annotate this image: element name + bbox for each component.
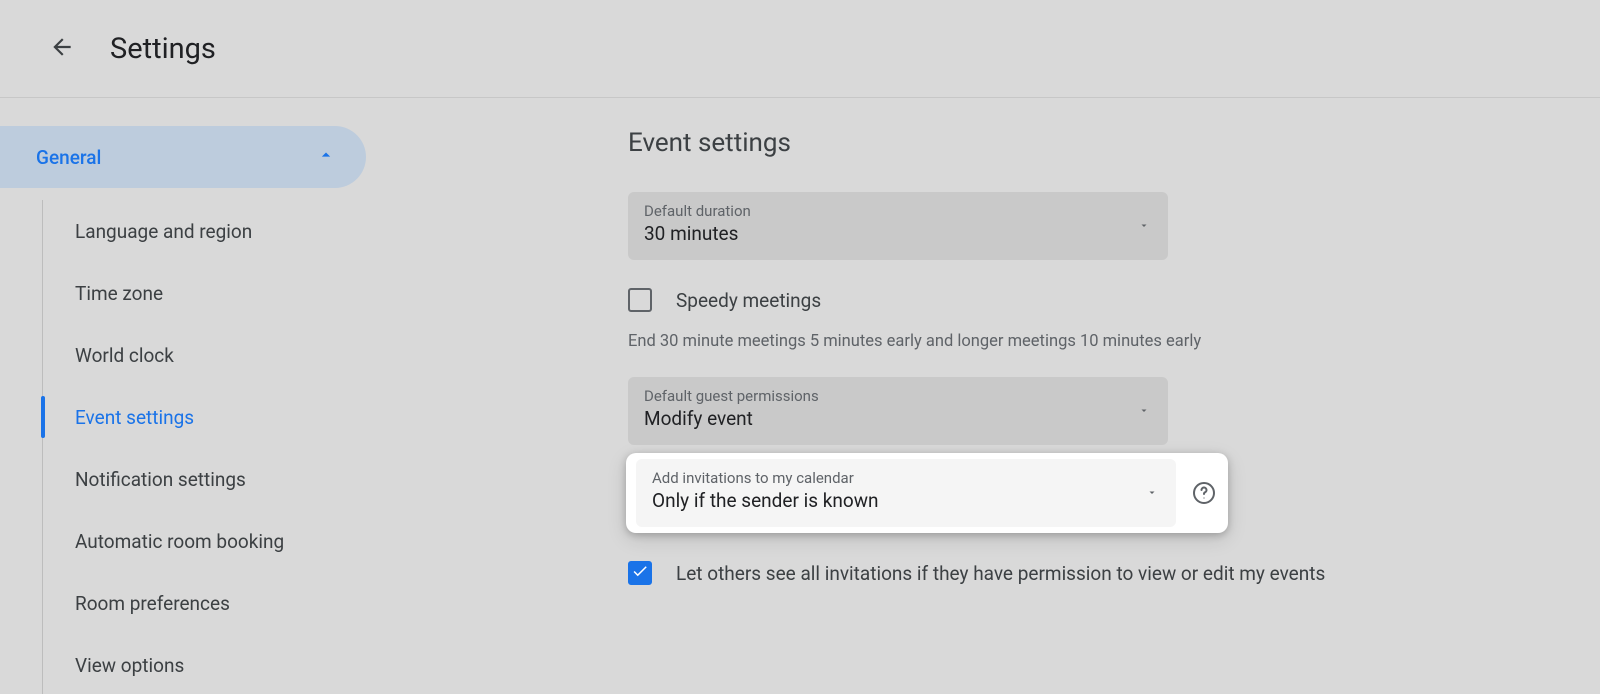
sidebar-item-label: Time zone <box>75 282 163 305</box>
sidebar-subnav: Language and region Time zone World cloc… <box>42 200 380 694</box>
back-button[interactable] <box>38 25 86 73</box>
caret-down-icon <box>1138 217 1150 236</box>
help-button[interactable] <box>1192 481 1216 505</box>
settings-content: Event settings Default duration 30 minut… <box>380 98 1600 694</box>
checkmark-icon <box>631 562 649 584</box>
sidebar-item-event-settings[interactable]: Event settings <box>43 386 380 448</box>
sidebar-section-label: General <box>36 146 101 169</box>
select-label: Add invitations to my calendar <box>652 469 1160 487</box>
sidebar-item-room-preferences[interactable]: Room preferences <box>43 572 380 634</box>
sidebar-item-label: Room preferences <box>75 592 230 615</box>
settings-sidebar: General Language and region Time zone Wo… <box>0 98 380 694</box>
checkbox-label: Speedy meetings <box>676 289 821 312</box>
select-label: Default duration <box>644 202 1152 220</box>
sidebar-item-automatic-room-booking[interactable]: Automatic room booking <box>43 510 380 572</box>
sidebar-item-notification-settings[interactable]: Notification settings <box>43 448 380 510</box>
select-value: Only if the sender is known <box>652 489 1160 512</box>
checkbox-label: Let others see all invitations if they h… <box>676 562 1325 585</box>
section-heading: Event settings <box>628 128 1600 158</box>
guest-permissions-select[interactable]: Default guest permissions Modify event <box>628 377 1168 445</box>
caret-down-icon <box>1138 402 1150 421</box>
sidebar-item-label: Event settings <box>75 406 194 429</box>
page-title: Settings <box>110 32 216 66</box>
sidebar-section-general[interactable]: General <box>0 126 366 188</box>
sidebar-item-label: Automatic room booking <box>75 530 284 553</box>
select-label: Default guest permissions <box>644 387 1152 405</box>
speedy-meetings-checkbox[interactable] <box>628 288 652 312</box>
sidebar-item-label: View options <box>75 654 184 677</box>
sidebar-item-label: World clock <box>75 344 174 367</box>
speedy-meetings-help: End 30 minute meetings 5 minutes early a… <box>628 332 1600 351</box>
let-others-see-row: Let others see all invitations if they h… <box>628 561 1600 585</box>
caret-down-icon <box>1146 484 1158 503</box>
add-invitations-card: Add invitations to my calendar Only if t… <box>626 453 1228 533</box>
sidebar-item-view-options[interactable]: View options <box>43 634 380 694</box>
select-value: Modify event <box>644 407 1152 430</box>
help-icon <box>1192 490 1216 509</box>
sidebar-item-label: Notification settings <box>75 468 246 491</box>
arrow-left-icon <box>49 34 75 64</box>
sidebar-item-language-and-region[interactable]: Language and region <box>43 200 380 262</box>
sidebar-item-time-zone[interactable]: Time zone <box>43 262 380 324</box>
let-others-see-checkbox[interactable] <box>628 561 652 585</box>
default-duration-select[interactable]: Default duration 30 minutes <box>628 192 1168 260</box>
sidebar-item-label: Language and region <box>75 220 252 243</box>
chevron-up-icon <box>316 145 336 169</box>
speedy-meetings-row: Speedy meetings <box>628 288 1600 312</box>
top-bar: Settings <box>0 0 1600 98</box>
add-invitations-select[interactable]: Add invitations to my calendar Only if t… <box>636 459 1176 527</box>
sidebar-item-world-clock[interactable]: World clock <box>43 324 380 386</box>
select-value: 30 minutes <box>644 222 1152 245</box>
